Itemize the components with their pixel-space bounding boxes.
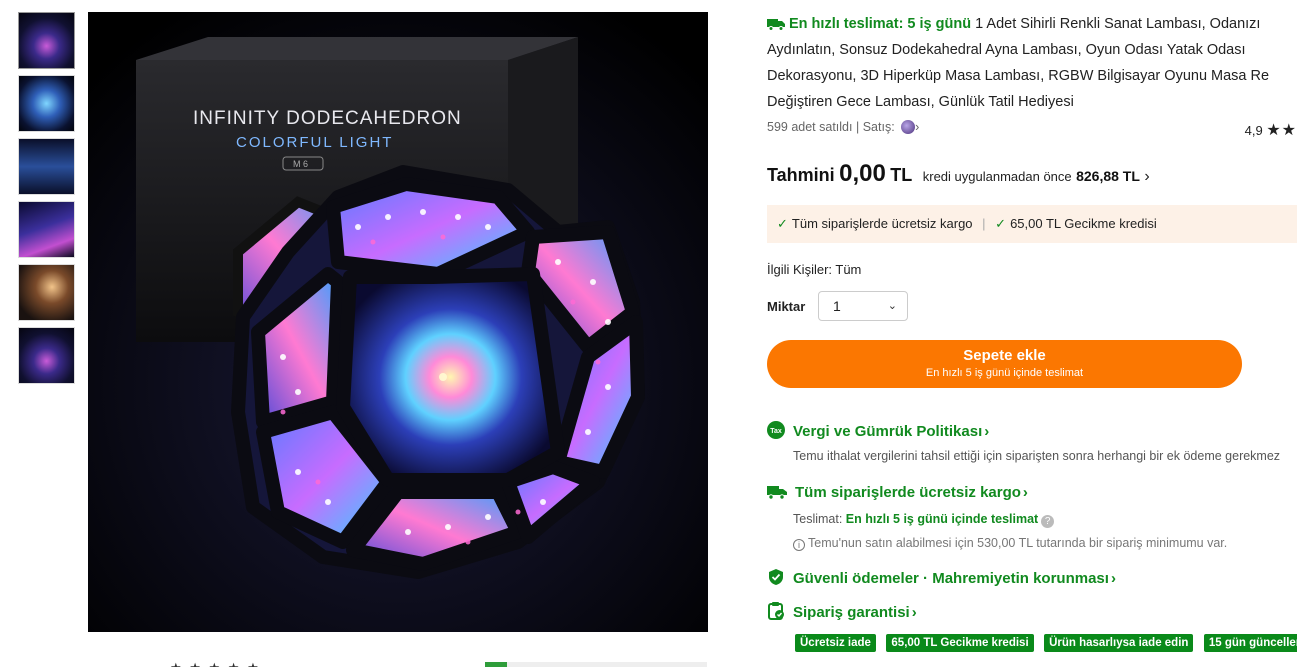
minimum-order-note: i Temu'nun satın alabilmesi için 530,00 T… [793,536,1297,551]
seller-avatar[interactable] [901,120,916,134]
title-line-2: Aydınlatın, Sonsuz Dodekahedral Ayna Lam… [767,42,1246,58]
delivery-truck-icon [767,19,785,31]
chevron-right-icon: › [984,423,990,440]
quantity-value: 1 [833,298,841,314]
guarantee-badges: Ücretsiz iade 65,00 TL Gecikme kredisi Ü… [795,633,1297,653]
thumbnail-5[interactable] [18,264,75,321]
chevron-right-icon: › [1110,570,1116,587]
rating[interactable]: 4,9 ★★ [1245,120,1297,140]
shield-check-icon [769,569,783,585]
rating-stars-partial: ★ ★ ★ ★ ★ [170,660,261,667]
tax-icon: Tax [767,421,785,439]
delivery-label: Teslimat: [793,512,846,526]
original-price: 826,88 TL [1076,168,1140,184]
promo-banner: ✓ Tüm siparişlerde ücretsiz kargo | ✓ 65,0… [767,205,1297,243]
price-chevron-icon[interactable]: › [1144,168,1149,185]
check-icon: ✓ [995,216,1007,231]
secure-payment-section: Güvenli ödemeler · Mahremiyetin korunmas… [767,568,1297,590]
badge-damaged-return: Ürün hasarlıysa iade edin [1044,634,1194,652]
delivery-info: Teslimat: En hızlı 5 iş günü içinde tesl… [793,512,1297,528]
box-model: M 6 [293,159,308,169]
check-icon: ✓ [777,216,788,231]
svg-text:Tax: Tax [770,428,782,435]
add-to-cart-sublabel: En hızlı 5 iş günü içinde teslimat [925,367,1084,379]
box-title: INFINITY DODECAHEDRON [193,108,462,129]
thumbnail-2[interactable] [18,75,75,132]
quantity-label: Miktar [767,299,806,314]
free-shipping-title: Tüm siparişlerde ücretsiz kargo [795,484,1021,501]
price-note: kredi uygulanmadan önce [922,169,1072,184]
tax-policy-title: Vergi ve Gümrük Politikası [793,423,983,440]
free-shipping-link[interactable]: Tüm siparişlerde ücretsiz kargo › [767,482,1297,504]
guarantee-icon [768,602,784,620]
rating-value: 4,9 [1244,123,1263,138]
shipping-section: Tüm siparişlerde ücretsiz kargo › Teslima… [767,482,1297,551]
promo-free-shipping: Tüm siparişlerde ücretsiz kargo [791,216,973,231]
thumbnail-4[interactable] [18,201,75,258]
badge-price-adjust: 15 gün güncelleme [1203,634,1297,652]
quantity-select[interactable]: 1 ⌄ [818,291,908,321]
main-product-image[interactable]: INFINITY DODECAHEDRON COLORFUL LIGHT M 6 [88,12,708,632]
title-line-1: 1 Adet Sihirli Renkli Sanat Lambası, Oda… [971,16,1261,32]
price-lead: Tahmini [767,165,835,185]
badge-free-return: Ücretsiz iade [795,634,876,652]
tax-policy-section: Tax Vergi ve Gümrük Politikası › Temu ith… [767,421,1297,463]
chevron-down-icon: ⌄ [887,300,897,312]
dodecahedron-lamp-illustration: INFINITY DODECAHEDRON COLORFUL LIGHT M 6 [88,12,708,632]
star-icon: ★★ [1266,122,1297,139]
add-to-cart-button[interactable]: Sepete ekle En hızlı 5 iş günü içinde te… [767,340,1242,388]
price-row: Tahmini 0,00 TL kredi uygulanmadan önce … [767,160,1297,190]
help-icon[interactable]: ? [1041,515,1055,528]
thumbnail-list [18,12,76,390]
order-guarantee-title: Sipariş garantisi [793,604,910,621]
price-amount: 0,00 [839,160,886,187]
order-guarantee-link[interactable]: Sipariş garantisi › [767,602,1297,624]
secure-payment-title: Güvenli ödemeler · Mahremiyetin korunmas… [793,570,1109,587]
delivery-value: En hızlı 5 iş günü içinde teslimat [845,512,1039,526]
seller-label: Satış: [862,120,895,134]
box-subtitle: COLORFUL LIGHT [236,134,393,151]
price-currency: TL [890,165,913,185]
thumbnail-6[interactable] [18,327,75,384]
info-icon: i [793,539,805,551]
promo-separator: | [982,216,986,231]
related-people: İlgili Kişiler: Tüm [767,262,862,277]
product-meta: 599 adet satıldı | Satış: › 4,9 ★★ [767,120,1297,140]
add-to-cart-label: Sepete ekle [963,347,1046,364]
thumbnail-1[interactable] [18,12,75,69]
badge-late-credit: 65,00 TL Gecikme kredisi [886,634,1034,652]
thumbnail-3[interactable] [18,138,75,195]
tax-policy-link[interactable]: Tax Vergi ve Gümrük Politikası › [767,421,1297,443]
sold-count: 599 adet satıldı [767,120,853,134]
product-title: En hızlı teslimat: 5 iş günü 1 Adet Sihi… [767,11,1297,115]
title-line-3: Dekorasyonu, 3D Hiperküp Masa Lambası, R… [767,68,1270,84]
seller-chevron-icon[interactable]: › [915,120,919,134]
fast-delivery-label: En hızlı teslimat: 5 iş günü [789,16,972,32]
tax-policy-text: Temu ithalat vergilerini tahsil ettiği i… [793,449,1281,463]
title-line-4: Değiştiren Gece Lambası, Günlük Tatil He… [767,94,1074,110]
review-progress-bar [485,662,707,667]
chevron-right-icon: › [1022,484,1028,501]
chevron-right-icon: › [911,604,917,621]
order-guarantee-section: Sipariş garantisi › [767,602,1297,624]
delivery-truck-icon [767,486,787,500]
secure-payment-link[interactable]: Güvenli ödemeler · Mahremiyetin korunmas… [767,568,1297,590]
promo-late-credit: 65,00 TL Gecikme kredisi [1010,216,1157,231]
